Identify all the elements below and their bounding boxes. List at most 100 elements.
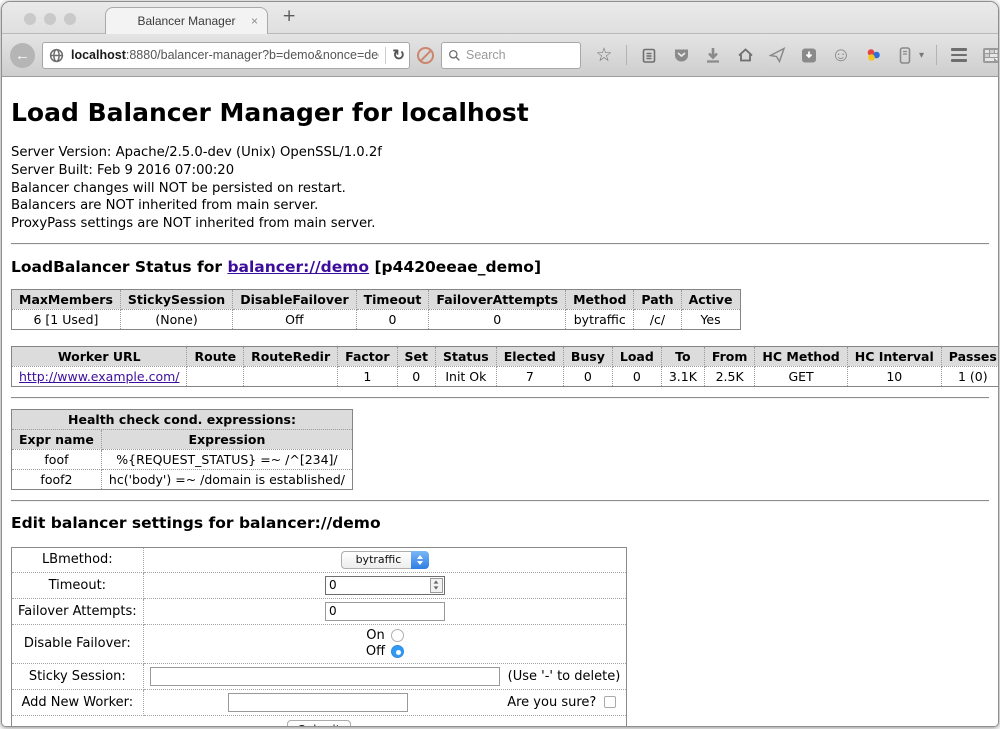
tab-close-icon[interactable]: × <box>251 14 258 28</box>
cell-route <box>187 366 244 386</box>
section-divider-3 <box>11 500 989 502</box>
sidebar-addon-icon[interactable] <box>895 45 915 65</box>
worker-url-link[interactable]: http://www.example.com/ <box>19 369 179 384</box>
col-elected: Elected <box>496 346 563 366</box>
tab-title: Balancer Manager <box>137 14 235 28</box>
failover-label: Failover Attempts: <box>12 598 144 624</box>
send-tab-icon[interactable] <box>767 45 787 65</box>
cell-expr-name: foof <box>12 449 102 469</box>
url-path: :8880/balancer-manager?b=demo&nonce=decc… <box>126 48 380 62</box>
timeout-input[interactable] <box>326 577 429 594</box>
radio-on[interactable] <box>391 629 404 642</box>
reload-icon[interactable]: ↻ <box>392 46 405 64</box>
number-spinner-icon[interactable] <box>430 578 443 593</box>
search-placeholder: Search <box>466 48 506 62</box>
col-maxmembers: MaxMembers <box>12 289 121 309</box>
lbmethod-select[interactable]: bytraffic <box>341 551 430 569</box>
reading-list-icon[interactable] <box>639 45 659 65</box>
select-arrows-icon <box>411 551 429 569</box>
search-bar[interactable]: Search <box>441 42 581 69</box>
col-busy: Busy <box>563 346 612 366</box>
balancer-demo-link[interactable]: balancer://demo <box>227 258 369 276</box>
sticky-cell: (Use '-' to delete) <box>143 663 627 689</box>
tab-bar: Balancer Manager × + <box>2 2 998 33</box>
balancer-status-heading: LoadBalancer Status for balancer://demo … <box>11 258 989 276</box>
failover-attempts-input[interactable] <box>325 602 445 621</box>
health-title-row: Health check cond. expressions: <box>12 409 353 429</box>
cell-passes: 1 (0) <box>941 366 998 386</box>
col-route: Route <box>187 346 244 366</box>
save-page-icon[interactable] <box>799 45 819 65</box>
submit-button[interactable]: Submit <box>287 720 352 726</box>
col-path: Path <box>634 289 681 309</box>
form-row-submit: Submit <box>12 715 627 726</box>
col-stickysession: StickySession <box>120 289 232 309</box>
disable-failover-cell: On Off <box>143 624 627 663</box>
add-worker-input[interactable] <box>228 693 408 712</box>
toolbar-icons: ☆ ☺ ▾ <box>594 45 999 65</box>
cell-from: 2.5K <box>704 366 755 386</box>
inherit-notice-line: Balancers are NOT inherited from main se… <box>11 197 989 215</box>
minimize-window-button[interactable] <box>44 13 56 25</box>
zoom-window-button[interactable] <box>64 13 76 25</box>
form-row-timeout: Timeout: <box>12 572 627 598</box>
cell-set: 0 <box>397 366 435 386</box>
cell-stickysession: (None) <box>120 309 232 329</box>
radio-on-label: On <box>366 628 384 644</box>
content-blocker-icon[interactable] <box>417 47 434 64</box>
add-worker-label: Add New Worker: <box>12 689 144 715</box>
col-passes: Passes <box>941 346 998 366</box>
cell-method: bytraffic <box>566 309 634 329</box>
col-expression: Expression <box>101 429 352 449</box>
url-text[interactable]: localhost:8880/balancer-manager?b=demo&n… <box>71 48 379 62</box>
close-window-button[interactable] <box>24 13 36 25</box>
overflow-caret-icon[interactable]: ▾ <box>919 50 924 61</box>
form-row-lbmethod: LBmethod: bytraffic <box>12 547 627 572</box>
server-built-line: Server Built: Feb 9 2016 07:00:20 <box>11 162 989 180</box>
status-heading-suffix: [p4420eeae_demo] <box>369 258 541 276</box>
server-info: Server Version: Apache/2.5.0-dev (Unix) … <box>11 144 989 233</box>
downloads-icon[interactable] <box>703 45 723 65</box>
search-icon <box>448 49 461 62</box>
cell-busy: 0 <box>563 366 612 386</box>
url-domain: localhost <box>71 48 126 62</box>
section-divider-1 <box>11 243 989 245</box>
page-content: Load Balancer Manager for localhost Serv… <box>2 77 998 726</box>
toolbar-divider-2 <box>936 45 937 65</box>
lbmethod-cell: bytraffic <box>143 547 627 572</box>
edit-balancer-form: LBmethod: bytraffic Timeout: <box>11 547 627 726</box>
hamburger-menu-icon[interactable] <box>949 45 969 65</box>
timeout-input-wrap <box>325 576 445 595</box>
health-table-title: Health check cond. expressions: <box>12 409 353 429</box>
status-heading-prefix: LoadBalancer Status for <box>11 258 227 276</box>
window-controls[interactable] <box>24 13 76 25</box>
pocket-icon[interactable] <box>671 45 691 65</box>
cell-worker-url: http://www.example.com/ <box>12 366 187 386</box>
radio-off[interactable] <box>391 645 404 658</box>
col-factor: Factor <box>338 346 397 366</box>
section-divider-2 <box>11 397 989 399</box>
col-failoverattempts: FailoverAttempts <box>429 289 566 309</box>
new-tab-button[interactable]: + <box>282 6 296 26</box>
url-bar[interactable]: localhost:8880/balancer-manager?b=demo&n… <box>42 42 410 69</box>
cell-timeout: 0 <box>356 309 429 329</box>
form-row-sticky: Sticky Session: (Use '-' to delete) <box>12 663 627 689</box>
tab-balancer-manager[interactable]: Balancer Manager × <box>105 7 268 34</box>
cell-path: /c/ <box>634 309 681 329</box>
tiles-addon-icon[interactable] <box>981 45 999 65</box>
cell-active: Yes <box>681 309 740 329</box>
col-timeout: Timeout <box>356 289 429 309</box>
home-icon[interactable] <box>735 45 755 65</box>
feedback-smiley-icon[interactable]: ☺ <box>831 45 851 65</box>
table-header-row: Worker URL Route RouteRedir Factor Set S… <box>12 346 999 366</box>
confirm-checkbox[interactable] <box>604 696 616 708</box>
sticky-session-input[interactable] <box>150 667 500 686</box>
bookmark-star-icon[interactable]: ☆ <box>594 45 614 65</box>
sticky-hint: (Use '-' to delete) <box>508 669 621 684</box>
col-worker-url: Worker URL <box>12 346 187 366</box>
colors-addon-icon[interactable] <box>863 45 883 65</box>
cell-to: 3.1K <box>661 366 704 386</box>
back-button[interactable]: ← <box>10 43 35 68</box>
health-check-table: Health check cond. expressions: Expr nam… <box>11 409 353 490</box>
col-expr-name: Expr name <box>12 429 102 449</box>
